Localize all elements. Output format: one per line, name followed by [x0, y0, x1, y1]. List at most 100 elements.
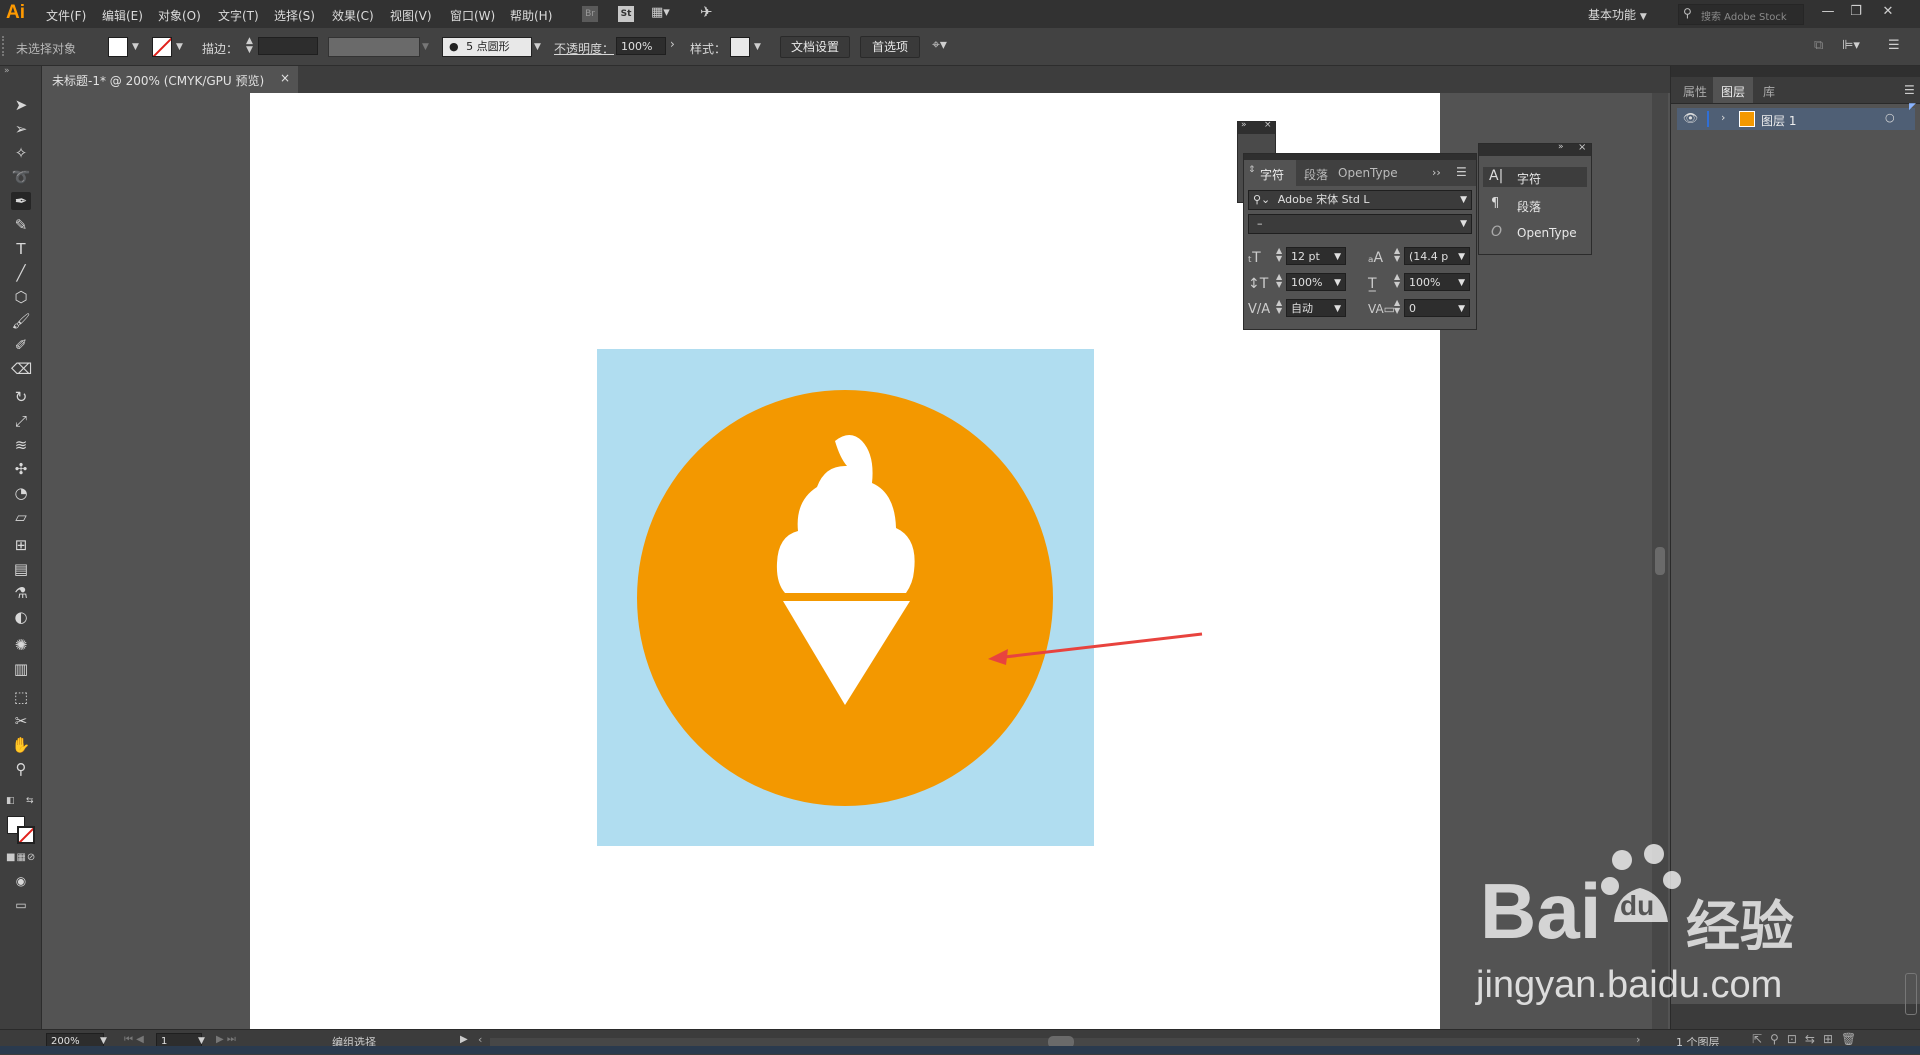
flyout-item-opentype[interactable]: O OpenType: [1483, 223, 1587, 243]
horizontal-scale-field[interactable]: 100% ▼: [1404, 273, 1470, 291]
leading-dropdown-icon[interactable]: ▼: [1458, 248, 1465, 266]
menu-file[interactable]: 文件(F): [46, 7, 86, 24]
style-dropdown-icon[interactable]: ▼: [1460, 215, 1467, 233]
mesh-tool-icon[interactable]: ⊞: [11, 536, 31, 554]
font-size-field[interactable]: 12 pt ▼: [1286, 247, 1346, 265]
menu-object[interactable]: 对象(O): [158, 7, 201, 24]
line-tool-icon[interactable]: ╱: [11, 264, 31, 282]
menu-effect[interactable]: 效果(C): [332, 7, 374, 24]
layer-expand-icon[interactable]: ›: [1721, 111, 1725, 124]
lasso-tool-icon[interactable]: ➰: [11, 168, 31, 186]
tab-layers[interactable]: 图层: [1713, 77, 1753, 103]
selection-tool-icon[interactable]: ➤: [11, 96, 31, 114]
tab-opentype[interactable]: OpenType: [1338, 166, 1398, 180]
tracking-field[interactable]: 0 ▼: [1404, 299, 1470, 317]
tab-libraries[interactable]: 库: [1763, 83, 1775, 100]
menu-help[interactable]: 帮助(H): [510, 7, 552, 24]
variable-width-profile[interactable]: [328, 37, 420, 57]
layer-row[interactable]: 👁 › 图层 1 ○ ◤: [1677, 102, 1916, 130]
restore-button[interactable]: ❐: [1846, 4, 1866, 22]
font-size-dropdown-icon[interactable]: ▼: [1334, 248, 1341, 266]
screen-mode-icon[interactable]: ▭: [11, 896, 31, 914]
visibility-eye-icon[interactable]: 👁: [1683, 111, 1698, 125]
stroke-weight-field[interactable]: [258, 37, 318, 55]
swap-colors-icon[interactable]: ⇆: [26, 796, 34, 806]
tracking-dropdown-icon[interactable]: ▼: [1458, 300, 1465, 318]
zoom-tool-icon[interactable]: ⚲: [11, 760, 31, 778]
eyedropper-tool-icon[interactable]: ⚗: [11, 584, 31, 602]
font-dropdown-icon[interactable]: ▼: [1460, 191, 1467, 209]
flyout-item-paragraph[interactable]: ¶ 段落: [1483, 195, 1587, 215]
opacity-field[interactable]: 100%: [616, 37, 666, 55]
isolate-icon[interactable]: ⧉: [1814, 38, 1823, 53]
layer-name[interactable]: 图层 1: [1761, 112, 1796, 129]
stroke-color-box[interactable]: [17, 826, 35, 844]
leading-field[interactable]: (14.4 p ▼: [1404, 247, 1470, 265]
paintbrush-tool-icon[interactable]: 🖌: [11, 312, 31, 330]
close-tab-icon[interactable]: ×: [280, 71, 290, 85]
close-window-button[interactable]: ✕: [1878, 4, 1898, 22]
scroll-right-icon[interactable]: ›: [1636, 1033, 1640, 1046]
tracking-stepper[interactable]: ▲ ▼: [1394, 299, 1400, 315]
first-artboard-icon[interactable]: ⏮ ◀: [124, 1034, 144, 1045]
puppet-warp-tool-icon[interactable]: ✣: [11, 460, 31, 478]
select-similar-icon[interactable]: ⌖▾: [932, 37, 947, 53]
tab-properties[interactable]: 属性: [1683, 83, 1707, 100]
flyout-item-character[interactable]: A| 字符: [1483, 167, 1587, 187]
kerning-field[interactable]: 自动 ▼: [1286, 299, 1346, 317]
preferences-button[interactable]: 首选项: [860, 36, 920, 58]
blend-tool-icon[interactable]: ◐: [11, 608, 31, 626]
flyout-close-icon[interactable]: ×: [1578, 142, 1586, 153]
warp-tool-icon[interactable]: ≋: [11, 436, 31, 454]
perspective-grid-tool-icon[interactable]: ▱: [11, 508, 31, 526]
vertical-scale-dropdown-icon[interactable]: ▼: [1334, 274, 1341, 292]
document-setup-button[interactable]: 文档设置: [780, 36, 850, 58]
column-graph-tool-icon[interactable]: ▥: [11, 660, 31, 678]
profile-dropdown-icon[interactable]: ▼: [422, 42, 429, 52]
flyout-header[interactable]: » ×: [1479, 142, 1591, 156]
fill-dropdown-icon[interactable]: ▼: [132, 42, 139, 52]
rotate-tool-icon[interactable]: ↻: [11, 388, 31, 406]
menu-edit[interactable]: 编辑(E): [102, 7, 143, 24]
menu-select[interactable]: 选择(S): [274, 7, 315, 24]
horizontal-scale-stepper[interactable]: ▲ ▼: [1394, 273, 1400, 289]
brush-dropdown-icon[interactable]: ▼: [534, 42, 541, 52]
flyout-collapse-icon[interactable]: »: [1558, 142, 1564, 152]
pen-tool-icon[interactable]: ✒: [11, 192, 31, 210]
control-bar-grip[interactable]: [2, 36, 7, 56]
zoom-dropdown-icon[interactable]: ▼: [100, 1036, 107, 1046]
gradient-tool-icon[interactable]: ▤: [11, 560, 31, 578]
artboard-tool-icon[interactable]: ⬚: [11, 688, 31, 706]
bridge-icon[interactable]: Br: [582, 6, 598, 22]
collapsed-panel-header[interactable]: » ×: [1238, 120, 1275, 134]
align-options-icon[interactable]: ⊫▾: [1842, 38, 1860, 53]
layers-footer-icons[interactable]: ⇱⚲⊡⇆⊞🗑: [1752, 1032, 1864, 1046]
fill-swatch[interactable]: [108, 37, 128, 57]
type-tool-icon[interactable]: T: [11, 240, 31, 258]
panel-menu-icon[interactable]: ☰: [1456, 165, 1467, 179]
menu-view[interactable]: 视图(V): [390, 7, 432, 24]
symbol-sprayer-tool-icon[interactable]: ✺: [11, 636, 31, 654]
font-style-field[interactable]: – ▼: [1248, 214, 1472, 234]
vertical-scale-stepper[interactable]: ▲ ▼: [1276, 273, 1282, 289]
scale-tool-icon[interactable]: ⤢: [11, 412, 31, 430]
brush-definition[interactable]: ● 5 点圆形: [442, 37, 532, 57]
layer-target-icon[interactable]: ○: [1885, 111, 1895, 124]
slice-tool-icon[interactable]: ✂: [11, 712, 31, 730]
font-family-field[interactable]: ⚲⌄ Adobe 宋体 Std L ▼: [1248, 190, 1472, 210]
more-tabs-icon[interactable]: ››: [1432, 166, 1441, 179]
eraser-tool-icon[interactable]: ⌫: [11, 360, 32, 378]
style-dropdown-icon[interactable]: ▼: [754, 42, 761, 52]
opacity-label[interactable]: 不透明度：: [554, 40, 614, 57]
layers-scrollbar[interactable]: [1905, 973, 1917, 1015]
gpu-performance-icon[interactable]: ✈: [700, 3, 713, 21]
panel-menu-icon[interactable]: ☰: [1888, 38, 1900, 53]
default-colors-icon[interactable]: ◧: [6, 796, 15, 806]
magic-wand-tool-icon[interactable]: ✧: [11, 144, 31, 162]
tab-paragraph[interactable]: 段落: [1304, 166, 1328, 183]
vertical-scroll-thumb[interactable]: [1655, 547, 1665, 575]
blob-brush-tool-icon[interactable]: ✐: [11, 336, 31, 354]
menu-window[interactable]: 窗口(W): [450, 7, 495, 24]
graphic-style-swatch[interactable]: [730, 37, 750, 57]
shape-builder-tool-icon[interactable]: ◔: [11, 484, 31, 502]
